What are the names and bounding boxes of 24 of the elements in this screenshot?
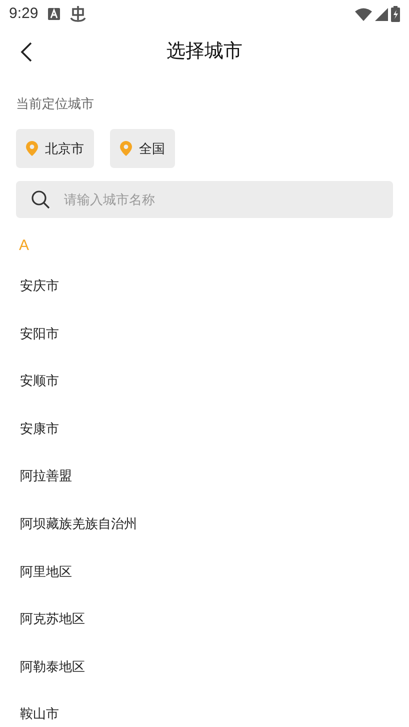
section-label: 当前定位城市 — [16, 96, 95, 112]
notification-icon — [48, 8, 60, 20]
search-field[interactable]: 请输入城市名称 — [16, 181, 393, 218]
city-item[interactable]: 阿勒泰地区 — [20, 656, 85, 676]
city-item[interactable]: 安顺市 — [20, 371, 59, 391]
location-chip[interactable]: 北京市 — [16, 129, 94, 168]
city-item[interactable]: 安阳市 — [20, 324, 59, 344]
city-item[interactable]: 安康市 — [20, 418, 59, 438]
city-item[interactable]: 阿里地区 — [20, 562, 72, 582]
wifi-icon — [355, 8, 372, 20]
city-item[interactable]: 鞍山市 — [20, 704, 59, 724]
page-title: 选择城市 — [166, 40, 242, 64]
status-time: 9:29 — [9, 4, 38, 24]
index-letter: A — [18, 236, 30, 256]
city-item[interactable]: 阿坝藏族羌族自治州 — [20, 514, 137, 534]
signal-icon — [375, 8, 388, 20]
battery-icon — [391, 6, 400, 22]
location-pin-icon — [120, 141, 132, 156]
location-pin-icon — [26, 141, 38, 156]
city-item[interactable]: 阿克苏地区 — [20, 609, 85, 629]
location-chip[interactable]: 全国 — [110, 129, 175, 168]
search-icon — [31, 190, 50, 209]
city-item[interactable]: 阿拉善盟 — [20, 466, 72, 486]
city-item[interactable]: 安庆市 — [20, 276, 59, 296]
